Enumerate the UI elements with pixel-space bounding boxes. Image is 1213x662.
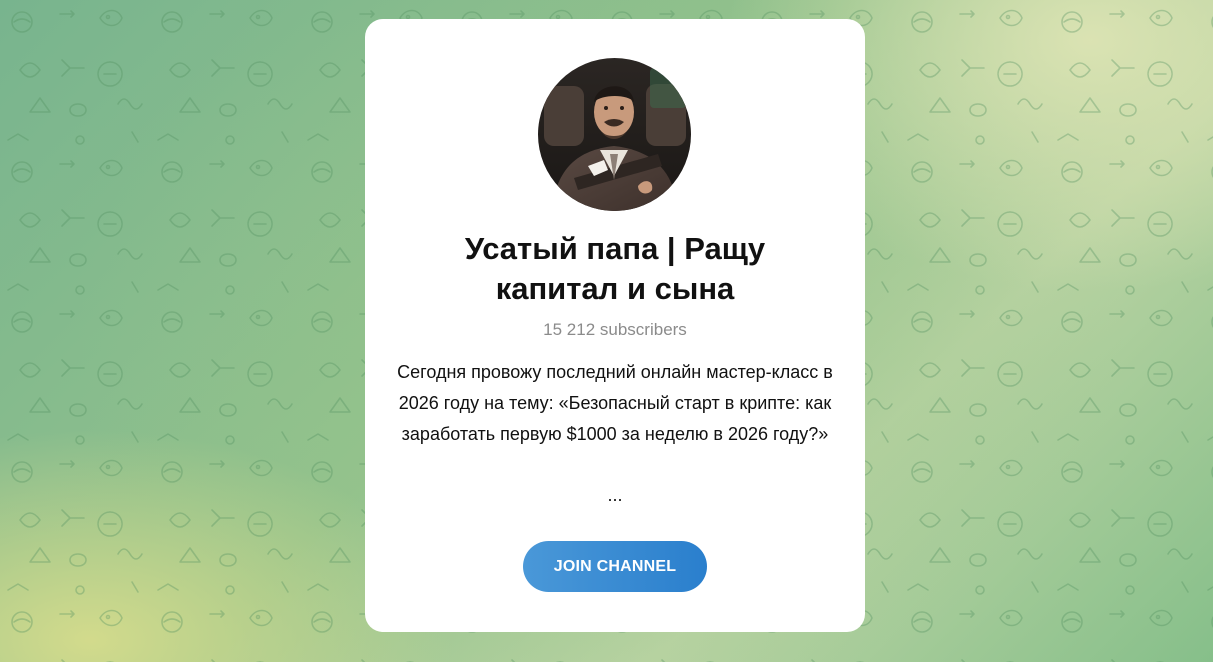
channel-description: Сегодня провожу последний онлайн мастер-… (397, 362, 833, 444)
join-channel-button[interactable]: JOIN CHANNEL (523, 541, 707, 592)
description-ellipsis: ... (607, 485, 623, 505)
avatar-photo-illustration (538, 58, 691, 211)
channel-title: Усатый папа | Ращу капитал и сына (464, 231, 766, 306)
subscriber-count: 15 212 subscribers (543, 320, 687, 339)
channel-card: Усатый папа | Ращу капитал и сына 15 212… (365, 19, 865, 632)
channel-avatar[interactable] (538, 58, 691, 211)
